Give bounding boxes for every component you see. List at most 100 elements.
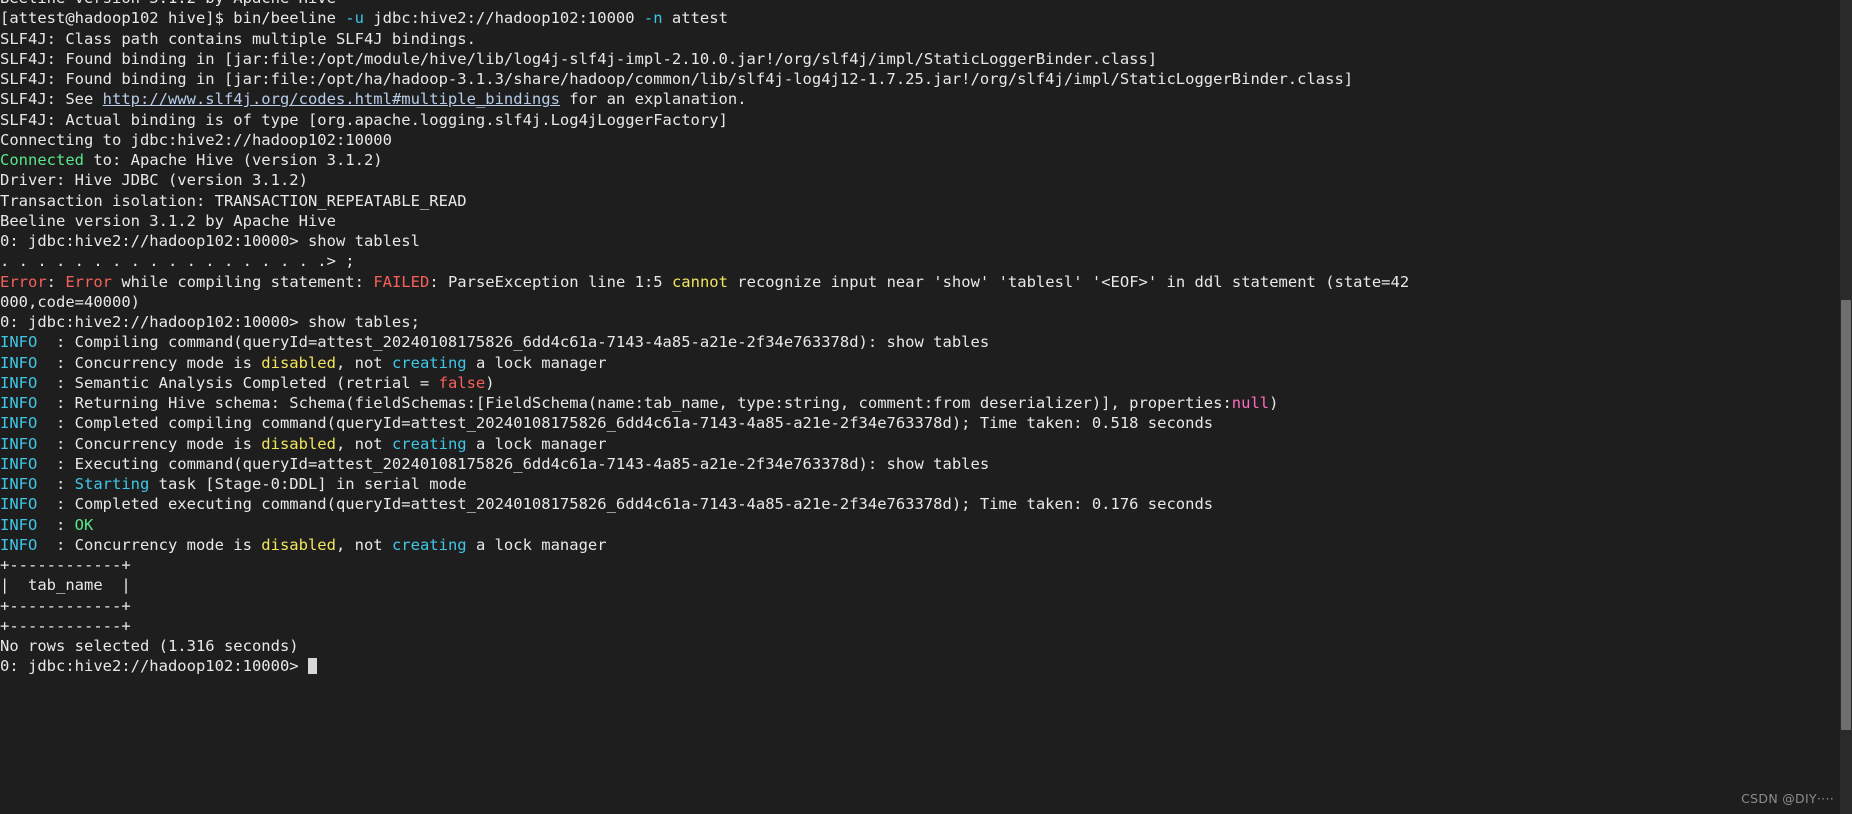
terminal-text: FAILED xyxy=(373,272,430,291)
terminal-text: : Compiling command(queryId=attest_20240… xyxy=(37,333,990,352)
line-prompt-show-tables: 0: jdbc:hive2://hadoop102:10000> show ta… xyxy=(0,312,1840,332)
terminal-text: Error xyxy=(65,272,113,291)
terminal-text: INFO xyxy=(0,535,38,554)
terminal-text: Driver: Hive JDBC (version 3.1.2) xyxy=(0,171,308,190)
terminal-text: creating xyxy=(391,535,467,554)
line-slf4j-binding-2: SLF4J: Found binding in [jar:file:/opt/h… xyxy=(0,69,1840,89)
terminal-text: ) xyxy=(1269,394,1279,412)
terminal-text: disabled xyxy=(261,434,336,453)
terminal-text: null xyxy=(1231,394,1270,412)
terminal-text: : xyxy=(37,515,75,534)
terminal-text: INFO xyxy=(0,515,38,534)
line-table-border-top: +------------+ xyxy=(0,555,1840,575)
scrollbar-thumb[interactable] xyxy=(1841,300,1851,730)
terminal-text: 0: jdbc:hive2://hadoop102:10000> xyxy=(0,657,308,676)
terminal-text: -u xyxy=(345,9,364,28)
line-slf4j-binding-1: SLF4J: Found binding in [jar:file:/opt/m… xyxy=(0,49,1840,69)
terminal-text: : Semantic Analysis Completed (retrial = xyxy=(37,373,439,392)
terminal-text: disabled xyxy=(261,535,336,554)
line-driver: Driver: Hive JDBC (version 3.1.2) xyxy=(0,170,1840,190)
text-cursor xyxy=(307,658,317,675)
terminal-text: false xyxy=(438,373,486,392)
terminal-text: a lock manager xyxy=(466,353,607,372)
terminal-text: a lock manager xyxy=(466,535,607,554)
terminal-text: -n xyxy=(643,9,663,28)
terminal-text: SLF4J: Found binding in [jar:file:/opt/m… xyxy=(0,49,1158,68)
line-continuation-semicolon: . . . . . . . . . . . . . . . . . .> ; xyxy=(0,251,1840,271)
terminal-text: INFO xyxy=(0,495,38,514)
line-info-returning-schema: INFO : Returning Hive schema: Schema(fie… xyxy=(0,393,1840,413)
line-info-compiling: INFO : Compiling command(queryId=attest_… xyxy=(0,332,1840,352)
terminal-text: +------------+ xyxy=(0,556,131,574)
terminal-text: 0: jdbc:hive2://hadoop102:10000> show ta… xyxy=(0,313,420,331)
terminal-text: Beeline version 3.1.2 by Apache Hive xyxy=(0,0,336,7)
terminal-text: [attest@hadoop102 hive]$ bin/beeline xyxy=(0,9,346,28)
terminal-text: INFO xyxy=(0,414,38,433)
terminal-text: : Completed compiling command(queryId=at… xyxy=(37,414,1214,433)
line-beeline-version: Beeline version 3.1.2 by Apache Hive xyxy=(0,211,1840,231)
terminal-text: SLF4J: Actual binding is of type [org.ap… xyxy=(0,110,728,129)
terminal-text: Starting xyxy=(74,475,150,493)
terminal-text: attest xyxy=(662,9,728,28)
line-error-code: 000,code=40000) xyxy=(0,292,1840,312)
terminal-text: INFO xyxy=(0,434,38,453)
terminal-text: +------------+ xyxy=(0,596,131,615)
line-table-border-mid: +------------+ xyxy=(0,596,1840,616)
terminal-window[interactable]: Beeline version 3.1.2 by Apache Hive[att… xyxy=(0,0,1852,814)
line-info-executing: INFO : Executing command(queryId=attest_… xyxy=(0,454,1840,474)
line-prompt-beeline-launch: [attest@hadoop102 hive]$ bin/beeline -u … xyxy=(0,8,1840,28)
line-info-completed-compiling: INFO : Completed compiling command(query… xyxy=(0,413,1840,433)
terminal-text: creating xyxy=(391,434,467,453)
line-slf4j-see-url: SLF4J: See http://www.slf4j.org/codes.ht… xyxy=(0,89,1840,109)
terminal-text: 000,code=40000) xyxy=(0,292,140,311)
terminal-text: Transaction isolation: TRANSACTION_REPEA… xyxy=(0,191,467,210)
terminal-text: ) xyxy=(485,373,495,392)
terminal-text: : Returning Hive schema: Schema(fieldSch… xyxy=(37,394,1232,412)
line-slf4j-actual-binding: SLF4J: Actual binding is of type [org.ap… xyxy=(0,110,1840,130)
terminal-text: , not xyxy=(335,353,392,372)
terminal-text: : Concurrency mode is xyxy=(37,353,262,372)
terminal-text: : Completed executing command(queryId=at… xyxy=(37,495,1214,514)
line-clipped-top: Beeline version 3.1.2 by Apache Hive xyxy=(0,0,1840,8)
line-prompt-show-tablesl: 0: jdbc:hive2://hadoop102:10000> show ta… xyxy=(0,231,1840,251)
terminal-text: creating xyxy=(391,353,467,372)
terminal-text: for an explanation. xyxy=(559,90,747,109)
terminal-text: INFO xyxy=(0,454,38,473)
line-info-completed-executing: INFO : Completed executing command(query… xyxy=(0,494,1840,514)
line-slf4j-classpath: SLF4J: Class path contains multiple SLF4… xyxy=(0,29,1840,49)
terminal-text: INFO xyxy=(0,475,38,493)
terminal-text: jdbc:hive2://hadoop102:10000 xyxy=(363,9,644,28)
terminal-text: INFO xyxy=(0,353,38,372)
terminal-text: , not xyxy=(335,535,392,554)
terminal-text: OK xyxy=(74,515,94,534)
terminal-text: SLF4J: Found binding in [jar:file:/opt/h… xyxy=(0,70,1354,88)
line-prompt-final: 0: jdbc:hive2://hadoop102:10000> xyxy=(0,656,1840,676)
terminal-text: 0: jdbc:hive2://hadoop102:10000> show ta… xyxy=(0,232,420,250)
terminal-text: SLF4J: See xyxy=(0,90,103,109)
line-info-concurrency-3: INFO : Concurrency mode is disabled, not… xyxy=(0,535,1840,555)
line-connecting: Connecting to jdbc:hive2://hadoop102:100… xyxy=(0,130,1840,150)
line-info-ok: INFO : OK xyxy=(0,515,1840,535)
terminal-text: task [Stage-0:DDL] in serial mode xyxy=(149,475,467,493)
terminal-text: while compiling statement: xyxy=(112,272,374,291)
terminal-text: : Concurrency mode is xyxy=(37,434,262,453)
terminal-text: | tab_name | xyxy=(0,576,131,595)
terminal-text: : Concurrency mode is xyxy=(37,535,262,554)
terminal-text: recognize input near 'show' 'tablesl' '<… xyxy=(727,272,1410,291)
terminal-text: Connecting to jdbc:hive2://hadoop102:100… xyxy=(0,130,392,149)
line-transaction-isolation: Transaction isolation: TRANSACTION_REPEA… xyxy=(0,191,1840,211)
line-info-semantic-analysis: INFO : Semantic Analysis Completed (retr… xyxy=(0,373,1840,393)
line-info-concurrency-2: INFO : Concurrency mode is disabled, not… xyxy=(0,434,1840,454)
terminal-scrollbar[interactable] xyxy=(1840,0,1852,814)
terminal-text: : ParseException line 1:5 xyxy=(429,272,672,291)
terminal-text: Error xyxy=(0,272,47,291)
line-error-parseexception: Error: Error while compiling statement: … xyxy=(0,272,1840,292)
terminal-text: INFO xyxy=(0,373,38,392)
terminal-text: No rows selected (1.316 seconds) xyxy=(0,637,299,655)
terminal-text: Connected xyxy=(0,151,84,169)
terminal-text: INFO xyxy=(0,333,38,352)
terminal-text: : xyxy=(37,475,75,493)
line-connected: Connected to: Apache Hive (version 3.1.2… xyxy=(0,150,1840,170)
terminal-link[interactable]: http://www.slf4j.org/codes.html#multiple… xyxy=(103,90,560,108)
terminal-text: SLF4J: Class path contains multiple SLF4… xyxy=(0,29,476,48)
